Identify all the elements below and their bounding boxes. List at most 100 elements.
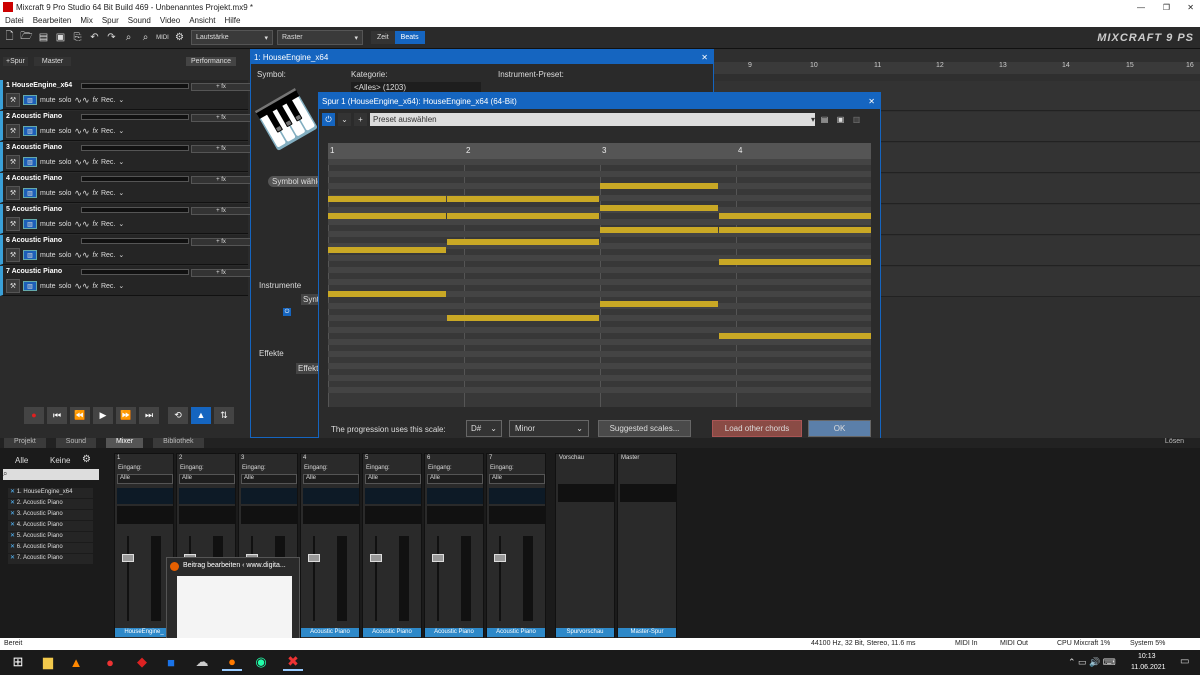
- tab-sound[interactable]: Sound: [55, 438, 97, 448]
- file-explorer-icon[interactable]: ▆: [38, 653, 58, 671]
- input-select[interactable]: Alle: [303, 474, 359, 484]
- add-fx-button[interactable]: + fx: [191, 238, 251, 246]
- checkbox-icon[interactable]: ✕: [10, 522, 17, 528]
- zoom-out-icon[interactable]: ⌕: [138, 30, 153, 45]
- checkbox-icon[interactable]: ✕: [10, 511, 17, 517]
- volume-select[interactable]: Lautstärke ▾: [191, 30, 273, 45]
- mixcraft-taskbar-icon[interactable]: ✖: [283, 653, 303, 671]
- acrobat-icon[interactable]: ◆: [132, 653, 152, 671]
- channel-insert[interactable]: [489, 506, 545, 524]
- chord-note[interactable]: [447, 196, 599, 202]
- channel-list-item[interactable]: ✕ 4. Acoustic Piano: [8, 521, 93, 531]
- channel-insert[interactable]: [179, 506, 235, 524]
- channel-list-item[interactable]: ✕ 7. Acoustic Piano: [8, 554, 93, 564]
- fx-button[interactable]: fx: [93, 221, 98, 228]
- new-file-icon[interactable]: 🗋: [2, 30, 17, 45]
- fast-forward-icon[interactable]: ⏩: [116, 406, 136, 424]
- rewind-start-icon[interactable]: ⏮: [47, 406, 67, 424]
- master-track-button[interactable]: Master: [33, 57, 72, 66]
- mute-button[interactable]: mute: [40, 97, 56, 104]
- chord-note[interactable]: [447, 239, 599, 245]
- minimize-button[interactable]: —: [1137, 3, 1145, 12]
- track-row[interactable]: 4 Acoustic Piano ⚒ ▥ mute solo ∿∿ fx Rec. ⌄ + fx: [0, 173, 251, 203]
- chord-note[interactable]: [447, 315, 599, 321]
- track-row[interactable]: 5 Acoustic Piano ⚒ ▥ mute solo ∿∿ fx Rec. ⌄ + fx: [0, 204, 251, 234]
- tray-icons[interactable]: ⌃ ▭ 🔊 ⌨: [1068, 657, 1116, 668]
- redo-icon[interactable]: ↷: [104, 30, 119, 45]
- mute-button[interactable]: mute: [40, 159, 56, 166]
- instrument-icon[interactable]: ⚒: [6, 248, 20, 262]
- track-name[interactable]: 4 Acoustic Piano: [6, 175, 62, 182]
- chevron-down-icon[interactable]: ⌄: [118, 251, 124, 259]
- channel-list-item[interactable]: ✕ 3. Acoustic Piano: [8, 510, 93, 520]
- add-fx-button[interactable]: + fx: [191, 269, 251, 277]
- volume-slider[interactable]: [81, 114, 189, 120]
- open-folder-icon[interactable]: 🗁: [19, 30, 34, 45]
- open-file-icon[interactable]: ▤: [36, 30, 51, 45]
- grid-select[interactable]: Raster ▾: [277, 30, 363, 45]
- close-icon[interactable]: ✕: [868, 97, 875, 106]
- close-icon[interactable]: ✕: [701, 53, 708, 62]
- automation-icon[interactable]: ∿∿: [74, 250, 89, 261]
- key-select[interactable]: D# ⌄: [466, 420, 502, 437]
- record-button[interactable]: Rec.: [101, 221, 115, 228]
- checkbox-icon[interactable]: ✕: [10, 555, 17, 561]
- metronome-icon[interactable]: ▲: [191, 406, 211, 424]
- play-icon[interactable]: ▶: [93, 406, 113, 424]
- fx-button[interactable]: fx: [93, 283, 98, 290]
- input-select[interactable]: Alle: [427, 474, 483, 484]
- outlook-icon[interactable]: ■: [161, 653, 181, 671]
- channel-list-item[interactable]: ✕ 6. Acoustic Piano: [8, 543, 93, 553]
- automation-icon[interactable]: ∿∿: [74, 219, 89, 230]
- menu-ansicht[interactable]: Ansicht: [189, 16, 215, 25]
- add-track-button[interactable]: +Spur: [3, 57, 28, 66]
- automation-icon[interactable]: ∿∿: [74, 126, 89, 137]
- chord-note[interactable]: [600, 301, 718, 307]
- instrument-icon[interactable]: ⚒: [6, 155, 20, 169]
- preset-select[interactable]: Preset auswählen ▾: [370, 113, 815, 126]
- volume-slider[interactable]: [81, 269, 189, 275]
- track-name[interactable]: 3 Acoustic Piano: [6, 144, 62, 151]
- export-icon[interactable]: ⎘: [70, 30, 85, 45]
- settings-icon[interactable]: ⚙: [172, 30, 187, 45]
- add-fx-button[interactable]: + fx: [191, 145, 251, 153]
- record-button[interactable]: Rec.: [101, 283, 115, 290]
- instrument-icon[interactable]: ⚒: [6, 217, 20, 231]
- volume-slider[interactable]: [81, 145, 189, 151]
- track-row[interactable]: 2 Acoustic Piano ⚒ ▥ mute solo ∿∿ fx Rec. ⌄ + fx: [0, 111, 251, 141]
- undo-icon[interactable]: ↶: [87, 30, 102, 45]
- channel-insert[interactable]: [303, 506, 359, 524]
- piano-roll-icon[interactable]: ▥: [23, 157, 37, 167]
- track-name[interactable]: 6 Acoustic Piano: [6, 237, 62, 244]
- record-button[interactable]: Rec.: [101, 190, 115, 197]
- edge-icon[interactable]: ◉: [251, 653, 271, 671]
- chord-note[interactable]: [719, 213, 871, 219]
- menu-spur[interactable]: Spur: [102, 16, 119, 25]
- mode-select[interactable]: Minor ⌄: [509, 420, 589, 437]
- volume-slider[interactable]: [81, 83, 189, 89]
- chord-note[interactable]: [328, 213, 446, 219]
- record-button[interactable]: Rec.: [101, 128, 115, 135]
- add-fx-button[interactable]: + fx: [191, 176, 251, 184]
- record-button[interactable]: Rec.: [101, 159, 115, 166]
- plus-icon[interactable]: +: [354, 113, 367, 126]
- windows-start-icon[interactable]: ⊞: [8, 653, 28, 671]
- timeline-ruler[interactable]: 9 10 11 12 13 14 15 16: [714, 62, 1200, 74]
- chevron-down-icon[interactable]: ⌄: [118, 127, 124, 135]
- solo-button[interactable]: solo: [59, 190, 72, 197]
- checkbox-icon[interactable]: ✕: [10, 500, 17, 506]
- performance-button[interactable]: Performance: [186, 57, 237, 66]
- menu-bearbeiten[interactable]: Bearbeiten: [33, 16, 72, 25]
- tab-bibliothek[interactable]: Bibliothek: [153, 438, 204, 448]
- input-select[interactable]: Alle: [117, 474, 173, 484]
- checkbox-icon[interactable]: ✕: [10, 489, 17, 495]
- chord-note[interactable]: [600, 183, 718, 189]
- chevron-down-icon[interactable]: ⌄: [118, 189, 124, 197]
- volume-slider[interactable]: [81, 207, 189, 213]
- tab-mixer[interactable]: Mixer: [106, 438, 144, 448]
- mute-button[interactable]: mute: [40, 128, 56, 135]
- automation-icon[interactable]: ∿∿: [74, 281, 89, 292]
- add-fx-button[interactable]: + fx: [191, 83, 251, 91]
- chord-note[interactable]: [719, 227, 871, 233]
- menu-mix[interactable]: Mix: [80, 16, 92, 25]
